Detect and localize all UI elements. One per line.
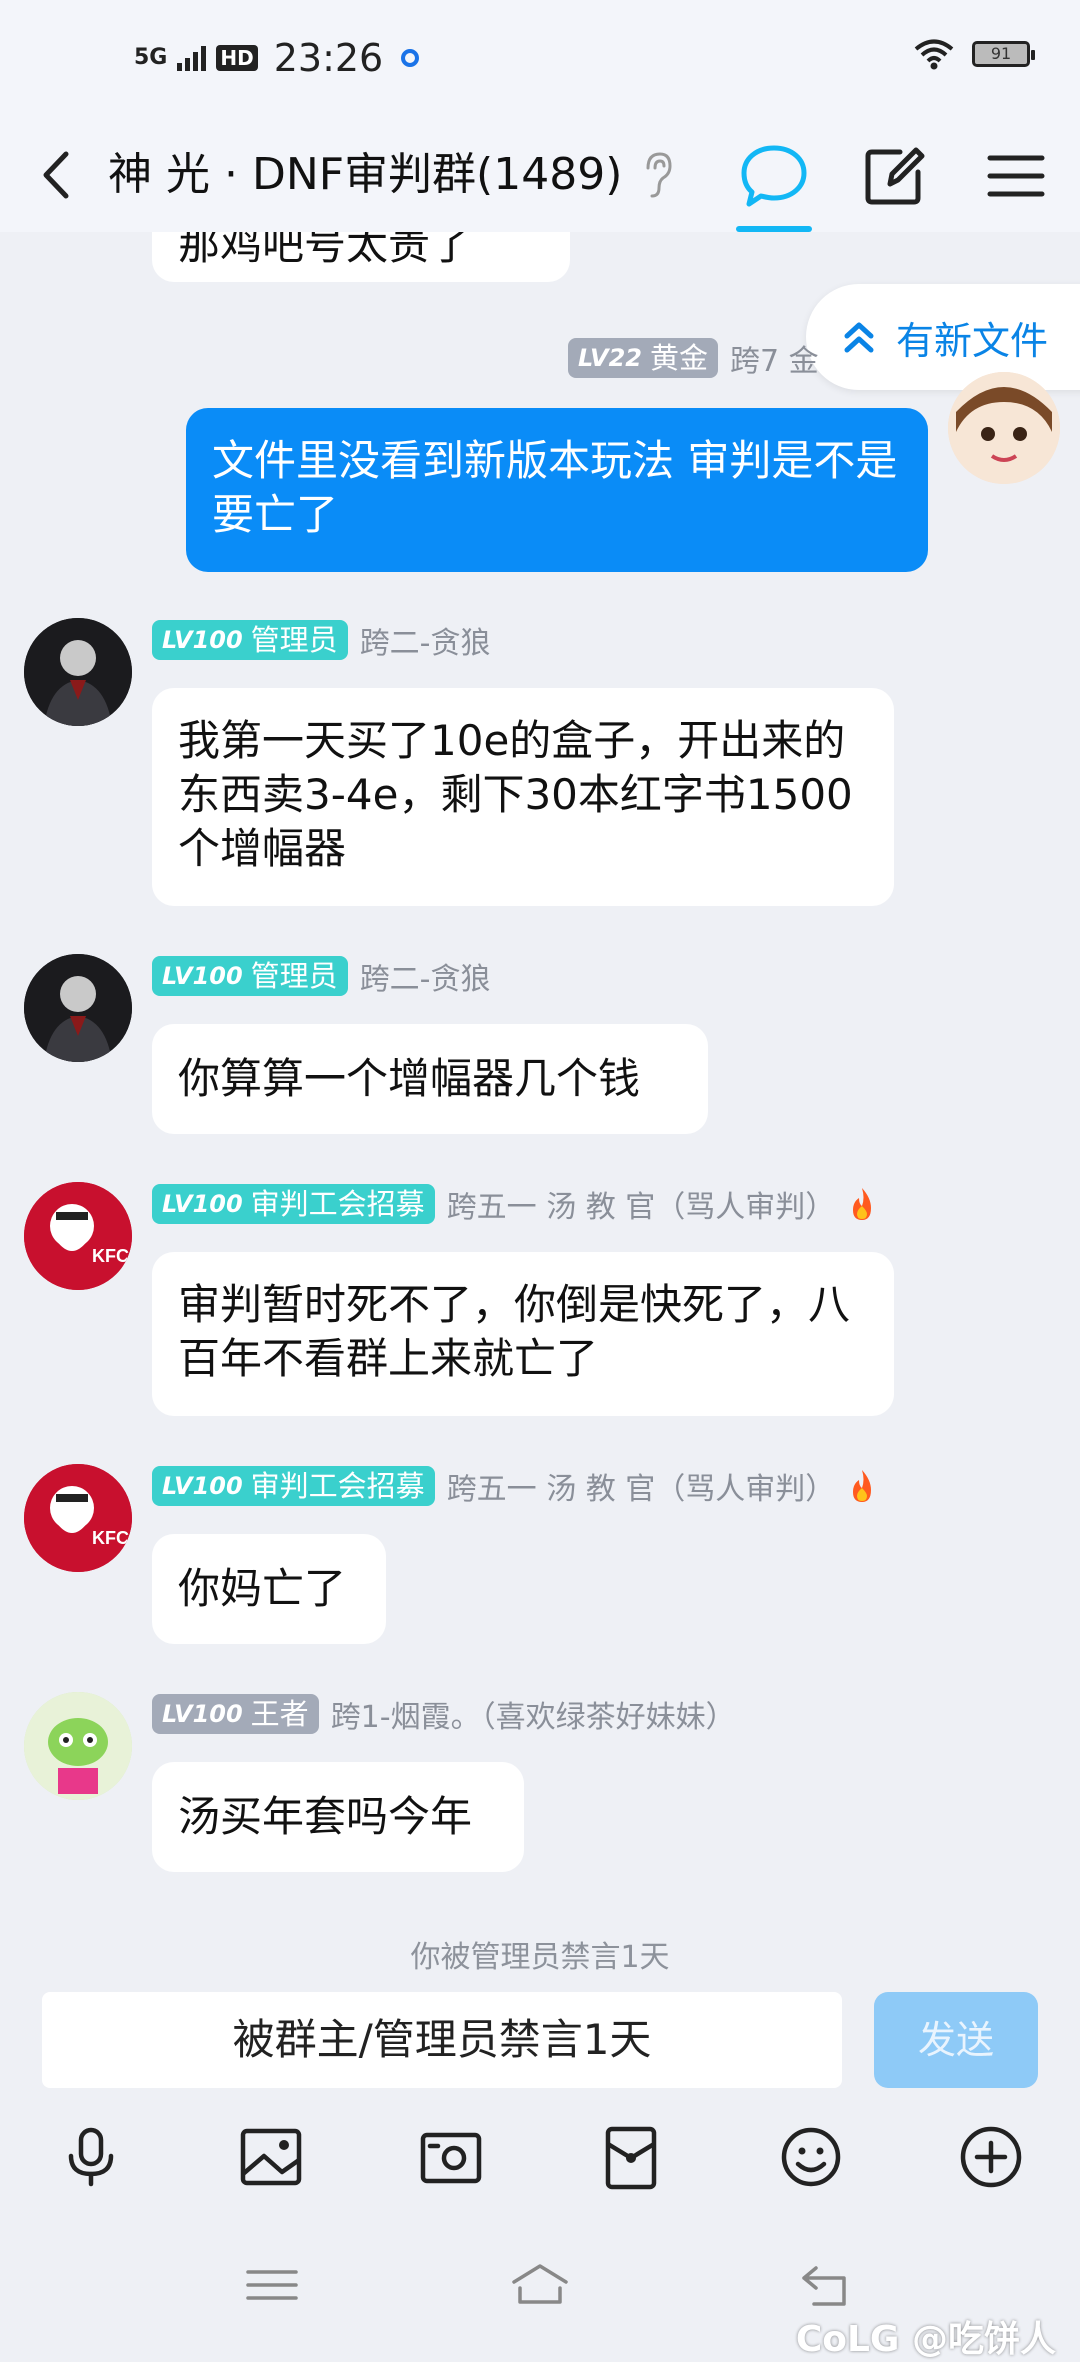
recent-apps-icon[interactable] — [242, 2260, 302, 2310]
message-text: 那鸡吧号太贵了 — [178, 232, 473, 269]
avatar[interactable] — [948, 372, 1060, 484]
wifi-icon — [914, 39, 954, 70]
message-text: 文件里没看到新版本玩法 审判是不是要亡了 — [212, 436, 898, 539]
message-input[interactable]: 被群主/管理员禁言1天 — [42, 1992, 842, 2088]
kfc-logo-text: KFC — [92, 1246, 129, 1266]
sender-name: 跨五一 汤 教 官（骂人审判） — [446, 1190, 836, 1225]
avatar[interactable]: KFC — [24, 1464, 132, 1572]
avatar[interactable] — [24, 618, 132, 726]
message-text: 你算算一个增幅器几个钱 — [178, 1054, 641, 1103]
fire-icon — [853, 1470, 872, 1502]
battery-icon: 91 — [972, 41, 1035, 67]
level-badge: LV100 审判工会招募 — [152, 1466, 435, 1506]
double-chevron-up-icon — [844, 322, 874, 353]
sender-name: 跨7 金 — [729, 344, 819, 379]
camera-icon[interactable] — [416, 2122, 486, 2192]
signal-label: 5G — [134, 45, 168, 70]
red-packet-icon[interactable] — [596, 2122, 666, 2192]
message-text: 你妈亡了 — [178, 1564, 347, 1613]
ear-icon[interactable] — [640, 150, 674, 200]
back-nav-icon[interactable] — [796, 2260, 856, 2310]
sender-name: 跨五一 汤 教 官（骂人审判） — [446, 1472, 836, 1507]
avatar[interactable] — [24, 954, 132, 1062]
sender-info: LV100 管理员 跨二-贪狼 — [152, 954, 491, 998]
chat-messages[interactable]: 那鸡吧号太贵了 有新文件 LV22 黄金 跨7 金 文件里没看到新版本玩法 审判… — [0, 232, 1080, 1978]
input-toolbar — [0, 2090, 1080, 2230]
sender-info: LV100 王者 跨1-烟霞。（喜欢绿茶好妹妹） — [152, 1692, 736, 1736]
level-badge: LV100 审判工会招募 — [152, 1184, 435, 1224]
avatar-image: KFC — [24, 1182, 132, 1290]
sender-info: LV22 黄金 跨7 金 — [568, 336, 819, 380]
kfc-logo-text: KFC — [92, 1528, 129, 1548]
back-icon[interactable] — [30, 140, 90, 210]
message-bubble[interactable]: 你妈亡了 — [152, 1534, 386, 1644]
avatar-image: KFC — [24, 1464, 132, 1572]
message-text: 审判暂时死不了，你倒是快死了，八百年不看群上来就亡了 — [178, 1280, 851, 1383]
avatar-image — [24, 954, 132, 1062]
sender-info: LV100 审判工会招募 跨五一 汤 教 官（骂人审判） — [152, 1464, 877, 1508]
avatar[interactable] — [24, 1692, 132, 1800]
avatar-image — [24, 618, 132, 726]
message-bubble[interactable]: 汤买年套吗今年 — [152, 1762, 524, 1872]
new-file-label: 有新文件 — [896, 318, 1049, 363]
sender-name: 跨1-烟霞。（喜欢绿茶好妹妹） — [330, 1700, 736, 1735]
notification-dot-icon — [401, 49, 420, 67]
message-bubble[interactable]: 那鸡吧号太贵了 — [152, 232, 570, 282]
avatar-image — [24, 1692, 132, 1800]
hd-label: HD — [216, 45, 258, 71]
plus-icon[interactable] — [956, 2122, 1026, 2192]
signal-icon — [177, 45, 207, 71]
home-icon[interactable] — [510, 2260, 570, 2310]
chat-header: 神 光 · DNF审判群(1489) — [0, 120, 1080, 232]
menu-icon[interactable] — [978, 138, 1054, 214]
message-bubble[interactable]: 我第一天买了10e的盒子，开出来的东西卖3-4e，剩下30本红字书1500个增幅… — [152, 688, 894, 906]
input-bar: 被群主/管理员禁言1天 发送 — [0, 1978, 1080, 2090]
page-title[interactable]: 神 光 · DNF审判群(1489) — [108, 140, 622, 210]
avatar-image — [948, 372, 1060, 484]
status-right: 91 — [914, 38, 1035, 70]
avatar[interactable]: KFC — [24, 1182, 132, 1290]
new-file-banner[interactable]: 有新文件 — [806, 284, 1080, 390]
emoji-icon[interactable] — [776, 2122, 846, 2192]
message-text: 汤买年套吗今年 — [178, 1792, 473, 1841]
message-bubble[interactable]: 你算算一个增幅器几个钱 — [152, 1024, 708, 1134]
sender-name: 跨二-贪狼 — [359, 626, 491, 661]
level-badge: LV100 管理员 — [152, 620, 348, 660]
status-bar: 5G HD 23:26 91 — [0, 0, 1080, 120]
image-icon[interactable] — [236, 2122, 306, 2192]
message-bubble-self[interactable]: 文件里没看到新版本玩法 审判是不是要亡了 — [186, 408, 928, 572]
fire-icon — [853, 1188, 872, 1220]
message-bubble[interactable]: 审判暂时死不了，你倒是快死了，八百年不看群上来就亡了 — [152, 1252, 894, 1416]
status-left: 5G HD 23:26 — [134, 36, 420, 80]
microphone-icon[interactable] — [56, 2122, 126, 2192]
edit-icon[interactable] — [856, 138, 932, 214]
clock: 23:26 — [273, 36, 384, 80]
sender-info: LV100 审判工会招募 跨五一 汤 教 官（骂人审判） — [152, 1182, 877, 1226]
send-button[interactable]: 发送 — [874, 1992, 1038, 2088]
system-notice: 你被管理员禁言1天 — [410, 1940, 670, 1975]
sender-name: 跨二-贪狼 — [359, 962, 491, 997]
level-badge: LV100 管理员 — [152, 956, 348, 996]
chat-bubble-icon[interactable] — [736, 138, 812, 214]
level-badge: LV22 黄金 — [568, 338, 718, 378]
watermark: CoLG @吃饼人 — [795, 2319, 1056, 2360]
sender-info: LV100 管理员 跨二-贪狼 — [152, 618, 491, 662]
message-text: 我第一天买了10e的盒子，开出来的东西卖3-4e，剩下30本红字书1500个增幅… — [178, 716, 853, 873]
level-badge: LV100 王者 — [152, 1694, 319, 1734]
